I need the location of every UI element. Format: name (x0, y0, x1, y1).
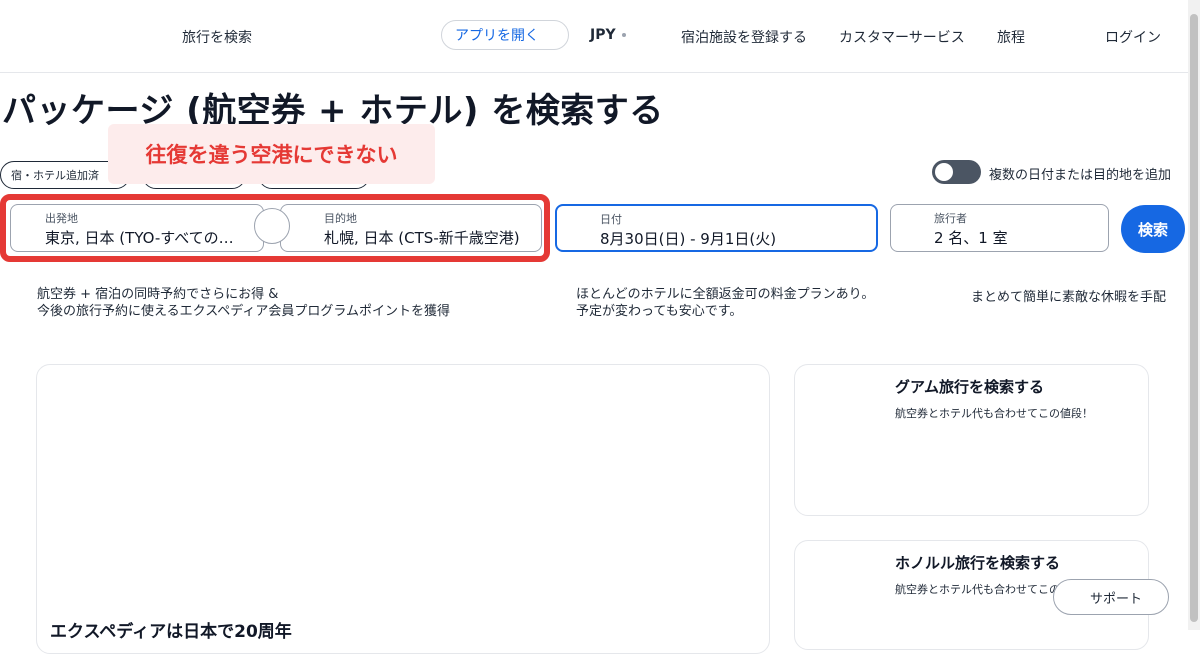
open-app-button[interactable]: アプリを開く (441, 20, 569, 50)
dates-label: 日付 (600, 213, 622, 226)
benefit-points: 航空券 + 宿泊の同時予約でさらにお得 & 今後の旅行予約に使えるエクスペディア… (37, 287, 451, 319)
travelers-label: 旅行者 (934, 212, 967, 225)
currency-label: JPY (590, 27, 616, 43)
benefit-refund: ほとんどのホテルに全額返金可の料金プランあり。 予定が変わっても安心です。 (576, 287, 875, 319)
annotation-callout: 往復を違う空港にできない (108, 124, 435, 184)
nav-search-trips[interactable]: 旅行を検索 (182, 27, 252, 47)
top-header: 旅行を検索 アプリを開く JPY 宿泊施設を登録する カスタマーサービス 旅程 … (0, 0, 1188, 73)
toggle-knob (935, 163, 953, 181)
honolulu-card-title: ホノルル旅行を検索する (895, 554, 1061, 572)
benefit-easy: まとめて簡単に素敵な休暇を手配 (971, 290, 1167, 305)
dates-field[interactable]: 日付 8月30日(日) - 9月1日(火) (555, 204, 878, 252)
dates-value: 8月30日(日) - 9月1日(火) (600, 230, 777, 248)
nav-list-property[interactable]: 宿泊施設を登録する (681, 27, 807, 47)
guam-card-subtitle: 航空券とホテル代も合わせてこの値段！ (895, 407, 1093, 420)
dot-icon (621, 33, 626, 37)
multi-destination-label: 複数の日付または目的地を追加 (989, 168, 1172, 183)
nav-trips[interactable]: 旅程 (997, 27, 1025, 47)
guam-card[interactable]: グアム旅行を検索する 航空券とホテル代も合わせてこの値段！ (794, 364, 1149, 516)
support-button[interactable]: サポート (1053, 579, 1169, 615)
promo-main-card[interactable] (36, 364, 770, 654)
page-scrollbar[interactable] (1188, 0, 1200, 630)
nav-customer-service[interactable]: カスタマーサービス (839, 27, 965, 47)
currency-selector[interactable]: JPY (590, 27, 626, 43)
travelers-field[interactable]: 旅行者 2 名、1 室 (890, 204, 1109, 252)
travelers-value: 2 名、1 室 (934, 229, 1008, 247)
nav-login[interactable]: ログイン (1105, 27, 1161, 47)
multi-destination-toggle[interactable] (932, 160, 981, 184)
guam-card-title: グアム旅行を検索する (895, 378, 1044, 396)
scrollbar-thumb[interactable] (1190, 14, 1198, 622)
annotation-highlight-box (0, 194, 550, 262)
search-button[interactable]: 検索 (1121, 205, 1185, 253)
